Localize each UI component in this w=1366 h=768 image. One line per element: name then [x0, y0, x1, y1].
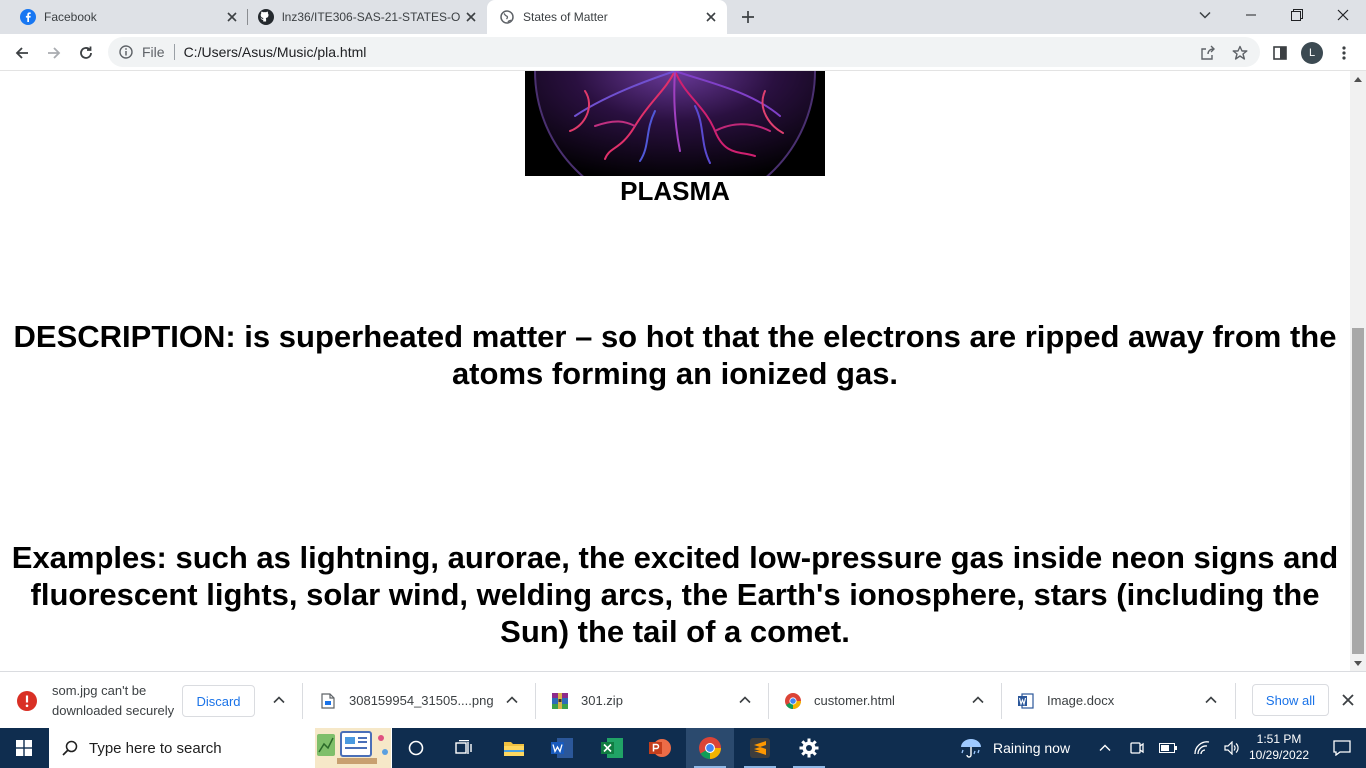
bookmark-star-icon[interactable] [1231, 44, 1249, 62]
plasma-image [525, 71, 825, 176]
download-filename: customer.html [814, 693, 895, 708]
close-tab-icon[interactable] [701, 7, 721, 27]
close-tab-icon[interactable] [461, 7, 481, 27]
windows-taskbar: Type here to search Raining now 1:51 PM … [0, 728, 1366, 768]
system-clock[interactable]: 1:51 PM 10/29/2022 [1249, 731, 1309, 763]
browser-toolbar: File C:/Users/Asus/Music/pla.html L [0, 34, 1366, 71]
download-filename: som.jpg can't be [52, 682, 147, 698]
clock-date: 10/29/2022 [1249, 748, 1310, 762]
word-doc-icon [1017, 692, 1035, 710]
discard-button[interactable]: Discard [182, 685, 255, 717]
battery-icon[interactable] [1155, 728, 1181, 768]
tab-title: States of Matter [523, 10, 608, 24]
vertical-scrollbar[interactable] [1350, 71, 1366, 671]
image-caption: PLASMA [620, 176, 730, 206]
settings-gear-icon[interactable] [785, 728, 833, 768]
clock-time: 1:51 PM [1256, 732, 1302, 746]
powerpoint-app-icon[interactable] [636, 728, 684, 768]
zip-archive-icon [551, 692, 569, 710]
weather-status[interactable]: Raining now [993, 728, 1070, 768]
forward-arrow-icon[interactable] [40, 39, 68, 67]
new-tab-button[interactable] [736, 5, 760, 29]
download-filename: Image.docx [1047, 693, 1115, 708]
tab-search-chevron-icon[interactable] [1182, 0, 1228, 30]
sublime-text-icon[interactable] [736, 728, 784, 768]
download-filename: 301.zip [581, 693, 623, 708]
search-icon [62, 740, 78, 756]
download-shelf: som.jpg can't be downloaded securely Dis… [0, 671, 1366, 728]
reload-icon[interactable] [72, 39, 100, 67]
chevron-up-icon[interactable] [1203, 692, 1219, 708]
error-icon [17, 690, 37, 711]
restore-window-icon[interactable] [1274, 0, 1320, 30]
chrome-icon [784, 692, 802, 710]
tab-title: Facebook [44, 10, 97, 24]
download-divider [768, 683, 769, 719]
github-icon [258, 9, 274, 25]
minimize-window-icon[interactable] [1228, 0, 1274, 30]
back-arrow-icon[interactable] [8, 39, 36, 67]
meet-now-icon[interactable] [1124, 728, 1150, 768]
address-bar[interactable]: File C:/Users/Asus/Music/pla.html [108, 37, 1260, 67]
download-divider [302, 683, 303, 719]
wifi-icon[interactable] [1189, 728, 1215, 768]
image-file-icon [319, 692, 337, 710]
scroll-up-arrow-icon[interactable] [1350, 71, 1366, 87]
chevron-up-icon[interactable] [970, 692, 986, 708]
file-explorer-icon[interactable] [490, 728, 538, 768]
download-filename: 308159954_31505....png [349, 693, 494, 708]
download-divider [1235, 683, 1236, 719]
chevron-up-icon[interactable] [271, 692, 287, 708]
chevron-up-icon[interactable] [737, 692, 753, 708]
volume-icon[interactable] [1219, 728, 1245, 768]
globe-icon [499, 9, 515, 25]
search-placeholder: Type here to search [89, 739, 222, 757]
profile-avatar[interactable]: L [1301, 42, 1323, 64]
download-item[interactable]: 301.zip [551, 672, 623, 729]
notifications-icon[interactable] [1318, 728, 1366, 768]
scroll-down-arrow-icon[interactable] [1350, 655, 1366, 671]
cortana-circle-icon[interactable] [392, 728, 440, 768]
tray-chevron-up-icon[interactable] [1092, 728, 1118, 768]
address-divider [173, 44, 175, 60]
chrome-taskbar-icon[interactable] [686, 728, 734, 768]
download-item[interactable]: Image.docx [1017, 672, 1114, 729]
search-highlight-image[interactable] [313, 728, 392, 768]
word-app-icon[interactable] [538, 728, 586, 768]
download-divider [535, 683, 536, 719]
tab-strip: Facebook lnz36/ITE306-SAS-21-STATES-OF S… [0, 0, 1366, 34]
page-viewport: PLASMA DESCRIPTION: is superheated matte… [0, 71, 1350, 671]
download-status: downloaded securely [52, 702, 175, 718]
tab-facebook[interactable]: Facebook [0, 0, 248, 34]
download-item[interactable]: 308159954_31505....png [319, 672, 494, 729]
url-text[interactable]: C:/Users/Asus/Music/pla.html [184, 44, 367, 60]
examples-paragraph: Examples: such as lightning, aurorae, th… [11, 540, 1339, 649]
share-icon[interactable] [1199, 44, 1217, 62]
tab-states-of-matter[interactable]: States of Matter [487, 0, 727, 34]
more-menu-icon[interactable] [1335, 44, 1353, 62]
scrollbar-thumb[interactable] [1352, 328, 1364, 654]
excel-app-icon[interactable] [588, 728, 636, 768]
close-shelf-icon[interactable] [1339, 691, 1357, 709]
side-panel-icon[interactable] [1271, 44, 1289, 62]
download-divider [1001, 683, 1002, 719]
windows-start-icon[interactable] [0, 728, 48, 768]
taskbar-search-box[interactable]: Type here to search [49, 728, 392, 768]
info-icon[interactable] [118, 44, 134, 60]
close-window-icon[interactable] [1320, 0, 1366, 30]
weather-umbrella-icon[interactable] [954, 728, 988, 768]
facebook-icon [20, 9, 36, 25]
task-view-icon[interactable] [440, 728, 488, 768]
tab-github[interactable]: lnz36/ITE306-SAS-21-STATES-OF [238, 0, 487, 34]
scheme-label: File [142, 44, 165, 60]
chevron-up-icon[interactable] [504, 692, 520, 708]
download-item[interactable]: customer.html [784, 672, 895, 729]
show-all-button[interactable]: Show all [1252, 684, 1329, 716]
description-paragraph: DESCRIPTION: is superheated matter – so … [13, 319, 1337, 391]
tab-title: lnz36/ITE306-SAS-21-STATES-OF [282, 10, 461, 24]
download-item-blocked[interactable]: som.jpg can't be downloaded securely [17, 672, 174, 729]
